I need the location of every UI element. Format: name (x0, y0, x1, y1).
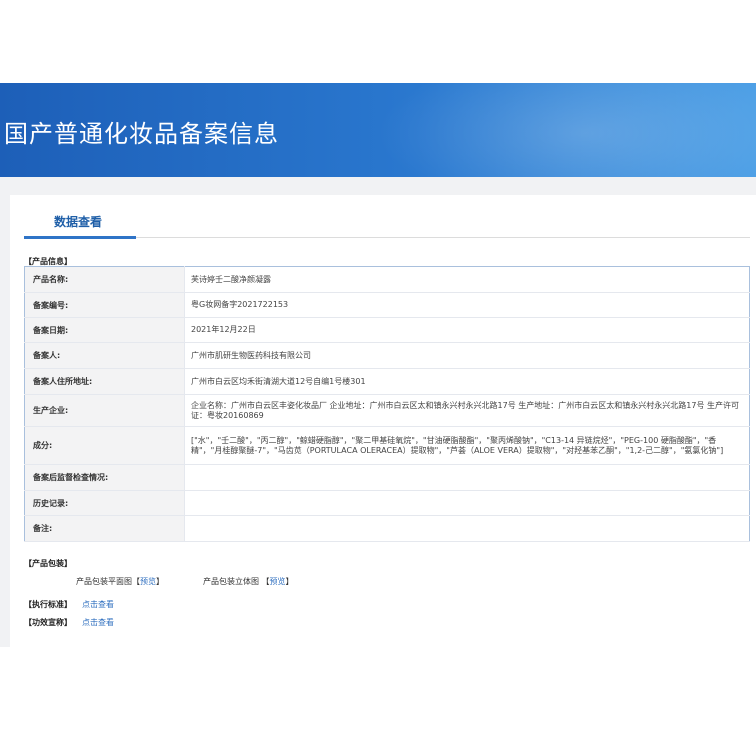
packaging-stereo-preview-link[interactable]: 预览 (270, 577, 286, 586)
tab-data-view[interactable]: 数据查看 (54, 213, 102, 230)
packaging-flat-item: 产品包装平面图【预览】 (76, 576, 164, 587)
packaging-flat-label: 产品包装平面图 (76, 577, 132, 586)
standard-heading: 【执行标准】 (24, 600, 72, 609)
table-row: 备案日期: 2021年12月22日 (24, 317, 750, 343)
row-label-manufacturer: 生产企业: (24, 394, 185, 427)
bracket-open: 【 (132, 577, 140, 586)
row-value-ingredients: ["水"，"壬二酸"，"丙二醇"，"鲸蜡硬脂醇"，"聚二甲基硅氧烷"，"甘油硬脂… (184, 426, 750, 465)
table-row: 历史记录: (24, 490, 750, 516)
table-row: 备案编号: 粤G妆网备字2021722153 (24, 292, 750, 318)
table-row: 成分: ["水"，"壬二酸"，"丙二醇"，"鲸蜡硬脂醇"，"聚二甲基硅氧烷"，"… (24, 426, 750, 465)
banner-decoration (376, 83, 756, 177)
row-value-registrant-address: 广州市白云区均禾街清湖大道12号自编1号楼301 (184, 368, 750, 395)
row-value-record-number: 粤G妆网备字2021722153 (184, 292, 750, 318)
row-label-product-name: 产品名称: (24, 266, 185, 293)
table-row: 备案人住所地址: 广州市白云区均禾街清湖大道12号自编1号楼301 (24, 368, 750, 395)
packaging-flat-preview-link[interactable]: 预览 (140, 577, 156, 586)
packaging-heading: 【产品包装】 (24, 559, 72, 568)
row-label-history: 历史记录: (24, 490, 185, 516)
bracket-close: 】 (285, 577, 294, 586)
tab-active-indicator (24, 236, 136, 239)
row-value-history (184, 490, 750, 516)
efficacy-heading: 【功效宣称】 (24, 618, 72, 627)
row-label-record-number: 备案编号: (24, 292, 185, 318)
row-value-record-date: 2021年12月22日 (184, 317, 750, 343)
product-info-table: 产品名称: 芙诗婷壬二酸净颜凝露 备案编号: 粤G妆网备字2021722153 … (24, 266, 750, 542)
header-banner: 国产普通化妆品备案信息 (0, 83, 756, 177)
row-label-record-date: 备案日期: (24, 317, 185, 343)
page-title: 国产普通化妆品备案信息 (4, 120, 279, 148)
row-label-supervision: 备案后监督检查情况: (24, 464, 185, 491)
table-row: 生产企业: 企业名称：广州市白云区丰姿化妆品厂 企业地址：广州市白云区太和镇永兴… (24, 394, 750, 427)
row-label-ingredients: 成分: (24, 426, 185, 465)
row-value-supervision (184, 464, 750, 491)
row-value-manufacturer: 企业名称：广州市白云区丰姿化妆品厂 企业地址：广州市白云区太和镇永兴村永兴北路1… (184, 394, 750, 427)
table-row: 产品名称: 芙诗婷壬二酸净颜凝露 (24, 266, 750, 293)
standard-view-link[interactable]: 点击查看 (82, 599, 114, 610)
packaging-stereo-label: 产品包装立体图 (203, 577, 259, 586)
table-row: 备注: (24, 515, 750, 542)
packaging-stereo-item: 产品包装立体图 【预览】 (203, 576, 294, 587)
row-label-registrant: 备案人: (24, 342, 185, 369)
bracket-close: 】 (156, 577, 164, 586)
row-label-remarks: 备注: (24, 515, 185, 542)
table-row: 备案人: 广州市肌研生物医药科技有限公司 (24, 342, 750, 369)
row-value-product-name: 芙诗婷壬二酸净颜凝露 (184, 266, 750, 293)
row-value-registrant: 广州市肌研生物医药科技有限公司 (184, 342, 750, 369)
table-row: 备案后监督检查情况: (24, 464, 750, 491)
row-value-remarks (184, 515, 750, 542)
bracket-open: 【 (261, 577, 270, 586)
row-label-registrant-address: 备案人住所地址: (24, 368, 185, 395)
efficacy-view-link[interactable]: 点击查看 (82, 617, 114, 628)
